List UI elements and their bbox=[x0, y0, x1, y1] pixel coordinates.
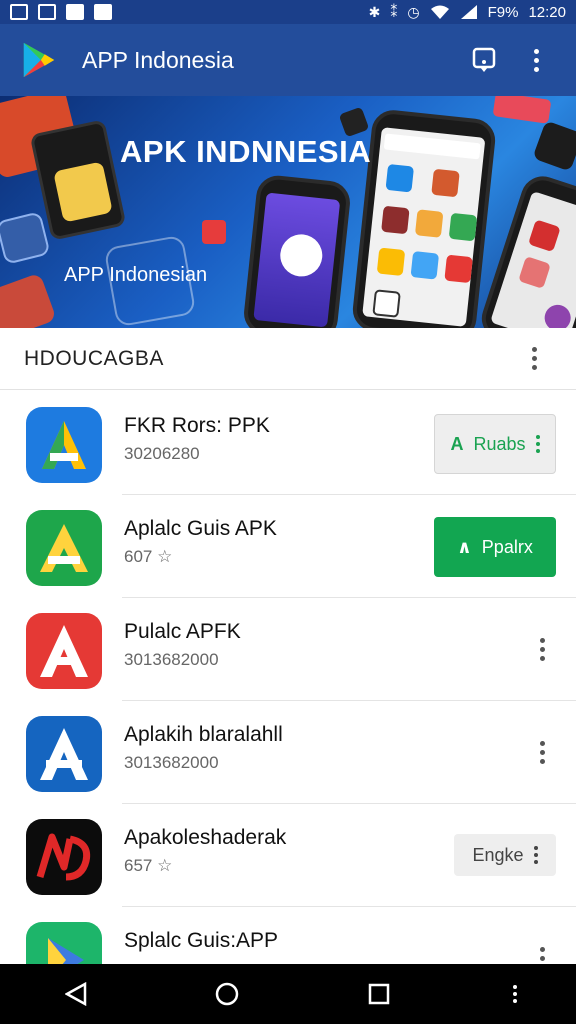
pinterest-style-logo-icon bbox=[278, 232, 325, 279]
clock: 12:20 bbox=[528, 3, 566, 21]
app-title: APP Indonesia bbox=[82, 46, 234, 73]
app-meta: 30206280 bbox=[124, 444, 200, 463]
list-item[interactable]: Aplalc Guis APK 607 ☆ ∧ Ppalrx bbox=[0, 495, 576, 598]
sync-icon bbox=[66, 4, 84, 20]
app-name: FKR Rors: PPK bbox=[124, 414, 270, 437]
install-button[interactable]: Engke bbox=[454, 834, 556, 876]
phone-mockup bbox=[350, 108, 498, 328]
app-tile-decoration bbox=[53, 161, 113, 223]
install-button[interactable]: A Ruabs bbox=[434, 414, 556, 474]
back-triangle-icon bbox=[64, 982, 86, 1006]
phone-mockup bbox=[241, 173, 353, 328]
list-item[interactable]: Pulalc APFK 3013682000 bbox=[0, 598, 576, 701]
app-name: Pulalc APFK bbox=[124, 620, 241, 643]
nav-menu-button[interactable] bbox=[500, 964, 530, 1024]
more-vert-icon bbox=[535, 435, 540, 453]
app-tile-decoration bbox=[0, 272, 57, 328]
install-button-label: Engke bbox=[472, 844, 524, 865]
app-name: Splalc Guis:APP bbox=[124, 929, 279, 952]
gallery-icon bbox=[10, 4, 28, 20]
play-store-logo-icon bbox=[23, 42, 55, 78]
a-logo-red-icon bbox=[26, 613, 102, 689]
app-meta: 3013682000 bbox=[124, 753, 219, 772]
list-item[interactable]: Apakoleshaderak 657 ☆ Engke bbox=[0, 804, 576, 907]
app-tile-decoration bbox=[202, 220, 226, 244]
section-header: HDOUCAGBA bbox=[0, 328, 576, 390]
home-circle-icon bbox=[216, 982, 239, 1006]
wifi-icon bbox=[430, 5, 449, 19]
status-notifications bbox=[10, 4, 112, 20]
a-glyph-icon: ∧ bbox=[457, 536, 472, 557]
install-button-label: Ppalrx bbox=[481, 536, 533, 557]
section-menu-button[interactable] bbox=[516, 347, 552, 370]
recents-button[interactable] bbox=[349, 964, 409, 1024]
status-indicators: ✱ ⁑ ◷ F9% 12:20 bbox=[369, 4, 566, 21]
overflow-menu-button[interactable] bbox=[516, 40, 556, 80]
app-tile-decoration bbox=[0, 211, 51, 265]
notification-icon bbox=[94, 4, 112, 20]
app-tile-decoration bbox=[492, 96, 552, 124]
phone-mockup bbox=[476, 170, 576, 328]
list-item[interactable]: FKR Rors: PPK 30206280 A Ruabs bbox=[0, 392, 576, 495]
list-item[interactable]: Aplakih blaralahll 3013682000 bbox=[0, 701, 576, 804]
notification-bell-icon bbox=[472, 47, 496, 72]
app-name: Aplakih blaralahll bbox=[124, 723, 283, 746]
signal-icon bbox=[460, 5, 477, 19]
back-button[interactable] bbox=[46, 964, 106, 1024]
install-button-label: Ruabs bbox=[473, 433, 526, 454]
a-logo-blue-white-icon bbox=[26, 716, 102, 792]
more-vert-icon bbox=[531, 347, 537, 370]
banner-subtitle: APP Indonesian bbox=[64, 264, 208, 286]
more-vert-icon bbox=[532, 638, 552, 661]
app-meta: 607 ☆ bbox=[124, 547, 173, 566]
app-meta: 3013682000 bbox=[124, 650, 219, 669]
recents-square-icon bbox=[368, 983, 389, 1005]
app-meta: 657 ☆ bbox=[124, 856, 173, 875]
vibrate-icon: ⁑ bbox=[390, 4, 398, 20]
app-tile-decoration bbox=[338, 106, 370, 138]
navigation-bar bbox=[0, 964, 576, 1024]
more-vert-icon bbox=[533, 846, 538, 864]
alarm-icon: ◷ bbox=[407, 4, 420, 20]
home-button[interactable] bbox=[197, 964, 257, 1024]
app-bar: APP Indonesia bbox=[0, 24, 576, 96]
more-vert-icon bbox=[532, 741, 552, 764]
a-logo-blue-icon bbox=[26, 407, 102, 483]
app-list: FKR Rors: PPK 30206280 A Ruabs Aplalc Gu… bbox=[0, 392, 576, 1010]
promo-banner[interactable]: APK INDNNESIA APP Indonesian bbox=[0, 96, 576, 328]
item-overflow-button[interactable] bbox=[532, 638, 552, 661]
image-icon bbox=[38, 4, 56, 20]
item-overflow-button[interactable] bbox=[532, 741, 552, 764]
banner-title: APK INDNNESIA bbox=[120, 134, 372, 169]
status-bar: ✱ ⁑ ◷ F9% 12:20 bbox=[0, 0, 576, 24]
nd-logo-black-icon bbox=[26, 819, 102, 895]
more-vert-icon bbox=[533, 48, 539, 72]
a-glyph-icon: A bbox=[450, 433, 464, 454]
battery-text: F9% bbox=[487, 3, 519, 21]
more-vert-icon bbox=[513, 985, 518, 1003]
a-logo-green-icon bbox=[26, 510, 102, 586]
app-tile-decoration bbox=[532, 120, 576, 172]
section-title: HDOUCAGBA bbox=[24, 346, 164, 370]
app-name: Aplalc Guis APK bbox=[124, 517, 277, 540]
install-button[interactable]: ∧ Ppalrx bbox=[434, 517, 556, 577]
notification-bell-button[interactable] bbox=[464, 40, 504, 80]
app-name: Apakoleshaderak bbox=[124, 826, 287, 849]
bluetooth-icon: ✱ bbox=[368, 4, 381, 20]
